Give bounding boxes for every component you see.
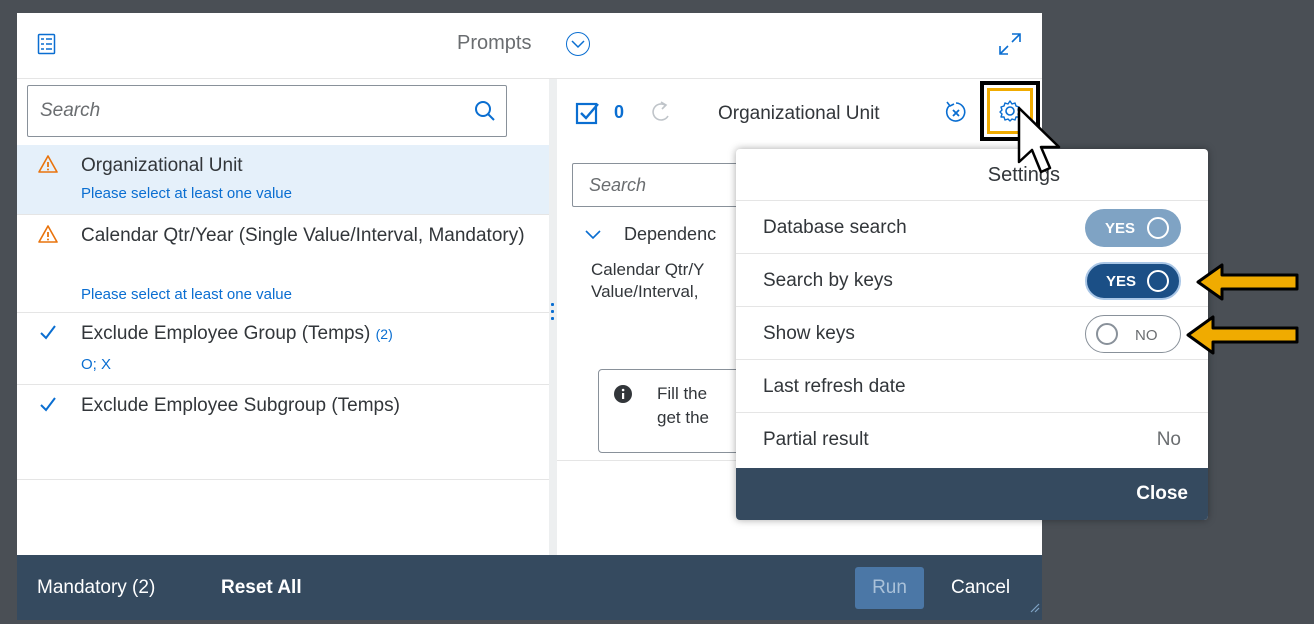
warning-icon	[38, 224, 58, 244]
settings-popover: Settings Database search YES Search by k…	[736, 149, 1208, 520]
close-button[interactable]: Close	[1136, 468, 1188, 520]
highlight-arrow-icon	[1196, 262, 1300, 307]
resize-grip-icon[interactable]	[1028, 600, 1040, 618]
highlight-arrow-icon	[1186, 314, 1300, 361]
item-count: (2)	[375, 326, 393, 342]
cancel-button[interactable]: Cancel	[951, 555, 1010, 620]
setting-label: Search by keys	[763, 270, 893, 291]
selected-values-icon[interactable]	[575, 101, 599, 130]
item-title: Organizational Unit	[81, 155, 243, 176]
setting-label: Last refresh date	[763, 376, 906, 397]
search-by-keys-switch[interactable]: YES	[1085, 262, 1181, 300]
item-title: Exclude Employee Subgroup (Temps)	[81, 395, 400, 416]
setting-row-last-refresh-date: Last refresh date	[736, 360, 1208, 413]
dependencies-title[interactable]: Dependenc	[624, 224, 716, 245]
prompt-list-pane: Organizational Unit Please select at lea…	[17, 79, 549, 555]
item-title: Calendar Qtr/Year (Single Value/Interval…	[81, 225, 525, 246]
selected-count[interactable]: 0	[614, 102, 624, 123]
value-help-title: Organizational Unit	[718, 103, 880, 124]
prompt-search-field[interactable]	[27, 85, 507, 137]
prompt-search-input[interactable]	[28, 86, 458, 136]
splitter-grip-icon[interactable]	[551, 303, 554, 325]
item-title: Exclude Employee Group (Temps) (2)	[81, 323, 393, 344]
checkmark-icon	[38, 394, 58, 414]
item-hint: Please select at least one value	[81, 185, 292, 202]
partial-result-value: No	[1156, 429, 1181, 450]
reset-all-button[interactable]: Reset All	[221, 555, 302, 620]
dialog-footer: Mandatory (2) Reset All Run Cancel	[17, 555, 1042, 620]
title-dropdown-chevron-icon[interactable]	[566, 32, 590, 56]
chevron-down-icon[interactable]	[585, 227, 601, 245]
mouse-pointer-icon	[1016, 106, 1068, 191]
mandatory-filter-button[interactable]: Mandatory (2)	[37, 555, 155, 620]
setting-row-search-by-keys: Search by keys YES	[736, 254, 1208, 307]
show-keys-switch[interactable]: NO	[1085, 315, 1181, 353]
setting-row-database-search: Database search YES	[736, 201, 1208, 254]
clear-selection-icon[interactable]	[944, 100, 968, 129]
setting-label: Database search	[763, 217, 907, 238]
expand-icon[interactable]	[998, 32, 1022, 61]
prompts-list-icon	[37, 33, 57, 55]
settings-footer: Close	[736, 468, 1208, 520]
warning-icon	[38, 154, 58, 174]
list-item[interactable]: Organizational Unit Please select at lea…	[17, 145, 549, 215]
pane-splitter[interactable]	[549, 79, 557, 555]
item-hint: Please select at least one value	[81, 286, 292, 303]
info-icon	[613, 384, 633, 409]
setting-label: Show keys	[763, 323, 855, 344]
database-search-switch[interactable]: YES	[1085, 209, 1181, 247]
list-item[interactable]: Exclude Employee Subgroup (Temps)	[17, 385, 549, 480]
search-icon[interactable]	[474, 100, 496, 127]
setting-row-partial-result: Partial result No	[736, 413, 1208, 466]
refresh-icon[interactable]	[649, 99, 673, 130]
run-button[interactable]: Run	[855, 567, 924, 609]
setting-label: Partial result	[763, 429, 869, 450]
checkmark-icon	[38, 322, 58, 342]
item-value: O; X	[81, 356, 112, 373]
settings-title: Settings	[736, 149, 1208, 201]
setting-row-show-keys: Show keys NO	[736, 307, 1208, 360]
list-item[interactable]: Calendar Qtr/Year (Single Value/Interval…	[17, 215, 549, 313]
list-item[interactable]: Exclude Employee Group (Temps) (2) O; X	[17, 313, 549, 385]
dialog-title: Prompts	[457, 32, 532, 54]
dialog-header: Prompts	[17, 13, 1042, 79]
